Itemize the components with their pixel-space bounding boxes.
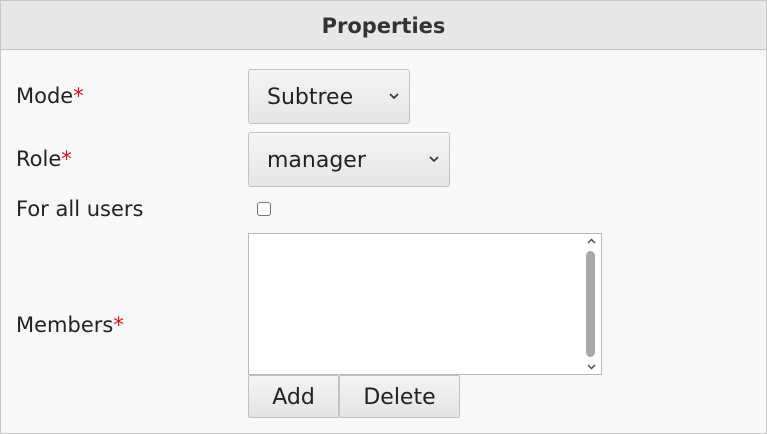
required-marker: * (73, 84, 84, 108)
for-all-users-label: For all users (16, 197, 144, 221)
role-label: Role* (16, 147, 72, 171)
mode-label-text: Mode (16, 84, 74, 108)
delete-button[interactable]: Delete (339, 375, 460, 418)
scrollbar-thumb[interactable] (586, 251, 595, 357)
role-select-value: manager (267, 148, 366, 173)
members-listbox[interactable] (248, 233, 602, 375)
chevron-down-icon (429, 133, 439, 186)
role-select[interactable]: manager (248, 132, 450, 187)
for-all-users-checkbox[interactable] (257, 202, 271, 216)
properties-panel: Properties Mode* Subtree Role* manager F… (0, 0, 767, 434)
mode-label: Mode* (16, 84, 84, 108)
members-label-text: Members (16, 313, 114, 337)
chevron-down-icon[interactable] (584, 361, 598, 373)
required-marker: * (113, 313, 124, 337)
panel-title: Properties (1, 1, 766, 50)
role-label-text: Role (16, 147, 62, 171)
add-button[interactable]: Add (248, 375, 339, 418)
chevron-down-icon (389, 70, 399, 123)
chevron-up-icon[interactable] (584, 235, 598, 247)
mode-select[interactable]: Subtree (248, 69, 410, 124)
members-label: Members* (16, 313, 124, 337)
mode-select-value: Subtree (267, 85, 354, 110)
required-marker: * (61, 147, 72, 171)
